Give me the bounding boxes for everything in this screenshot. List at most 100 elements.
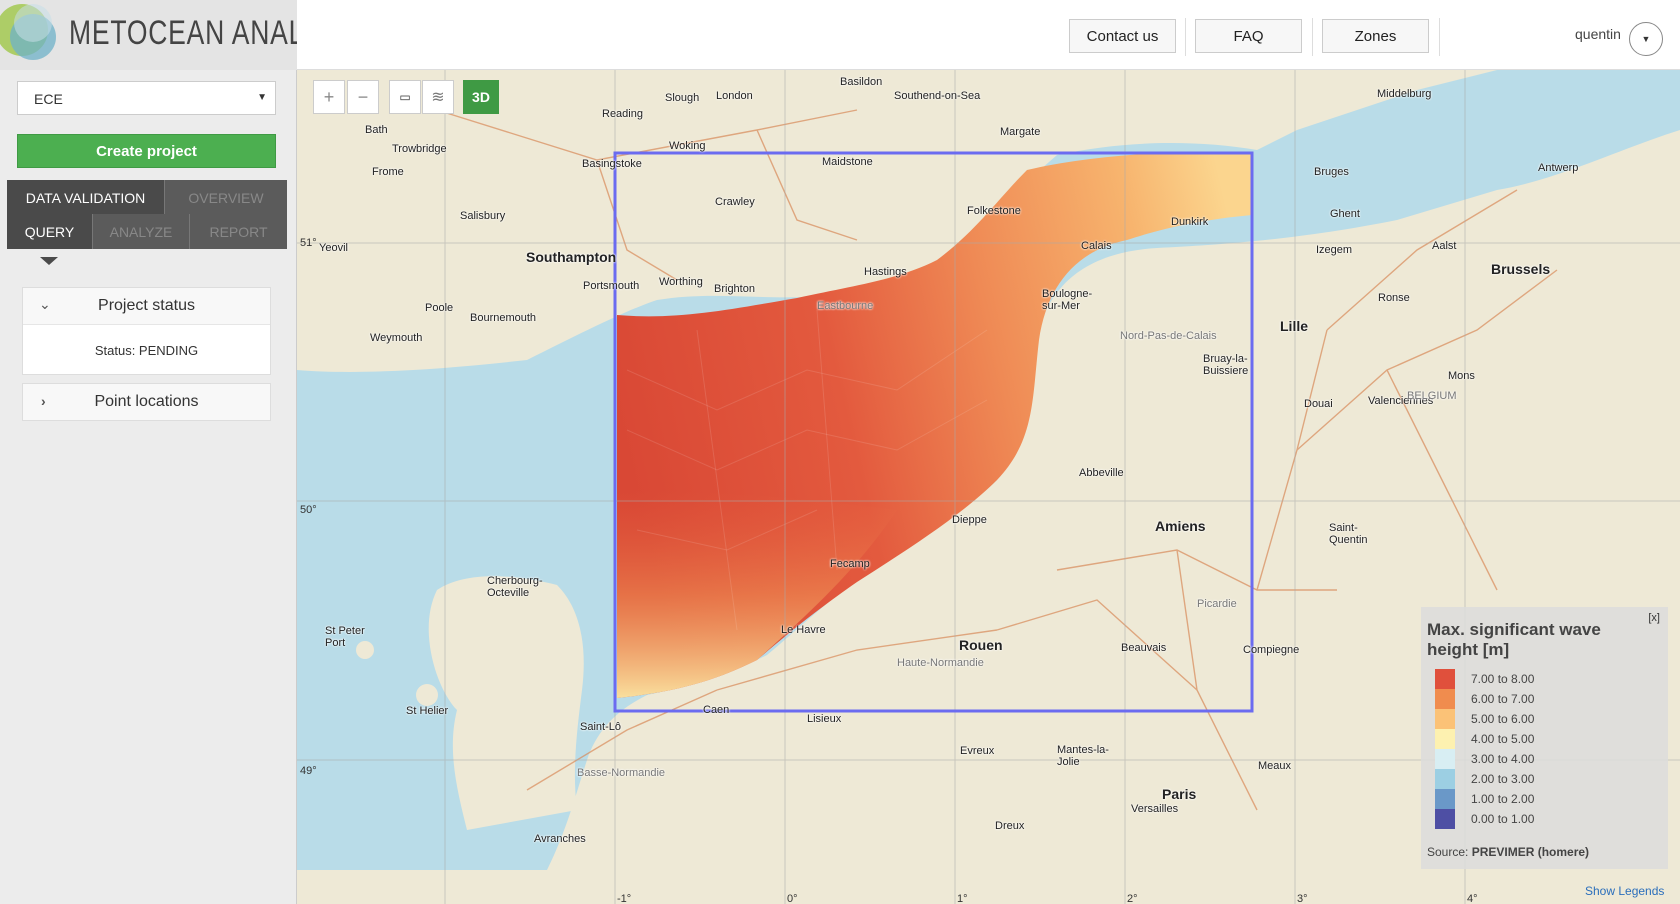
zoom-in-button[interactable]: +	[313, 80, 345, 114]
legend-label: 5.00 to 6.00	[1471, 712, 1535, 726]
legend-label: 7.00 to 8.00	[1471, 672, 1535, 686]
legend-label: 1.00 to 2.00	[1471, 792, 1535, 806]
place-label: Dieppe	[952, 514, 987, 526]
place-label: Lille	[1280, 318, 1309, 334]
logo-circle	[14, 4, 52, 42]
place-label: Dunkirk	[1171, 216, 1209, 228]
faq-button[interactable]: FAQ	[1195, 19, 1302, 53]
place-label: Picardie	[1197, 598, 1237, 610]
legend-entry: 4.00 to 5.00	[1435, 729, 1534, 749]
project-status-header[interactable]: ⌄ Project status	[23, 288, 270, 324]
place-label: Frome	[372, 166, 404, 178]
place-label: Boulogne-sur-Mer	[1042, 288, 1093, 312]
place-label: Brighton	[714, 283, 755, 295]
place-label: Cherbourg-Octeville	[487, 575, 543, 599]
lon-label: 3°	[1297, 893, 1308, 904]
place-label: Aalst	[1432, 240, 1457, 252]
tab-row-secondary: QUERY ANALYZE REPORT	[7, 214, 287, 249]
point-locations-header[interactable]: › Point locations	[23, 384, 270, 420]
tab-overview[interactable]: OVERVIEW	[165, 180, 287, 215]
place-label: Saint-Lô	[580, 721, 621, 733]
place-label: Caen	[703, 704, 730, 716]
place-label: Bruay-la-Buissiere	[1203, 353, 1249, 377]
place-label: Maidstone	[822, 156, 873, 168]
place-label: Brussels	[1491, 261, 1551, 277]
tab-data-validation[interactable]: DATA VALIDATION	[7, 180, 165, 215]
place-label: Compiegne	[1243, 644, 1300, 656]
place-label: Weymouth	[370, 332, 423, 344]
chevron-right-icon: ›	[41, 393, 46, 409]
lon-label: 1°	[957, 893, 968, 904]
legend-entry: 0.00 to 1.00	[1435, 809, 1534, 829]
top-header: METOCEAN ANALYTICS Contact us FAQ Zones …	[0, 0, 1680, 70]
legend-close-button[interactable]: [x]	[1648, 612, 1660, 624]
place-label: Southampton	[526, 249, 617, 265]
view-3d-button[interactable]: 3D	[463, 80, 499, 114]
place-label: Dreux	[995, 820, 1025, 832]
legend-entry: 5.00 to 6.00	[1435, 709, 1534, 729]
legend-entry: 6.00 to 7.00	[1435, 689, 1534, 709]
place-label: Izegem	[1316, 244, 1353, 256]
layers-icon[interactable]: ≋	[422, 80, 454, 114]
legend-source-name: PREVIMER (homere)	[1471, 845, 1590, 859]
contact-button[interactable]: Contact us	[1069, 19, 1176, 53]
place-label: Worthing	[659, 276, 703, 288]
place-label: Calais	[1081, 240, 1112, 252]
divider	[1185, 18, 1186, 56]
username[interactable]: quentin	[1575, 26, 1621, 42]
place-label: Ronse	[1378, 292, 1410, 304]
place-label: Versailles	[1131, 803, 1179, 815]
place-label: Lisieux	[807, 713, 842, 725]
place-label: Folkestone	[967, 205, 1021, 217]
create-project-button[interactable]: Create project	[17, 134, 276, 168]
place-label: Basingstoke	[582, 158, 642, 170]
zone-select[interactable]: ECE ▼	[17, 81, 276, 115]
legend-swatch	[1435, 789, 1455, 809]
legend-entry: 2.00 to 3.00	[1435, 769, 1534, 789]
place-label: Trowbridge	[392, 143, 447, 155]
show-legends-link[interactable]: Show Legends	[1585, 884, 1664, 898]
place-label: Mantes-la-Jolie	[1057, 744, 1109, 768]
logo[interactable]: METOCEAN ANALYTICS	[0, 0, 297, 70]
legend-swatch	[1435, 769, 1455, 789]
place-label: Nord-Pas-de-Calais	[1120, 330, 1217, 342]
chevron-down-icon: ▼	[257, 92, 267, 103]
legend-label: 3.00 to 4.00	[1471, 752, 1535, 766]
legend-label: 6.00 to 7.00	[1471, 692, 1535, 706]
chevron-down-icon: ⌄	[39, 296, 51, 312]
place-label: Southend-on-Sea	[894, 90, 981, 102]
tab-report[interactable]: REPORT	[190, 214, 287, 249]
tab-analyze[interactable]: ANALYZE	[93, 214, 190, 249]
place-label: Woking	[669, 140, 706, 152]
place-label: Ghent	[1330, 208, 1360, 220]
place-label: Antwerp	[1538, 162, 1579, 174]
zones-button[interactable]: Zones	[1322, 19, 1429, 53]
place-label: Douai	[1304, 398, 1333, 410]
place-label: Saint-Quentin	[1329, 522, 1368, 546]
legend-panel: Max. significant wave height [m] [x] 7.0…	[1421, 607, 1668, 869]
place-label: London	[716, 90, 753, 102]
place-label: Crawley	[715, 196, 755, 208]
zoom-out-button[interactable]: −	[347, 80, 379, 114]
place-label: St Peter Port	[325, 625, 365, 649]
place-label: Bournemouth	[470, 312, 537, 324]
tab-query[interactable]: QUERY	[7, 214, 93, 249]
legend-entry: 1.00 to 2.00	[1435, 789, 1534, 809]
place-label: Avranches	[534, 833, 586, 845]
place-label: Salisbury	[460, 210, 506, 222]
divider	[1439, 18, 1440, 56]
legend-label: 2.00 to 3.00	[1471, 772, 1535, 786]
legend-swatch	[1435, 689, 1455, 709]
legend-label: 4.00 to 5.00	[1471, 732, 1535, 746]
place-label: Evreux	[960, 745, 995, 757]
legend-entry: 7.00 to 8.00	[1435, 669, 1534, 689]
place-label: Slough	[665, 92, 700, 104]
ruler-icon[interactable]: ▭	[389, 80, 421, 114]
legend-swatch	[1435, 749, 1455, 769]
zone-select-value: ECE	[34, 91, 63, 107]
place-label: Poole	[425, 302, 454, 314]
legend-source-prefix: Source:	[1427, 845, 1472, 859]
lon-label: 4°	[1467, 893, 1478, 904]
lon-label: 2°	[1127, 893, 1138, 904]
caret-down-icon[interactable]: ▼	[1629, 22, 1663, 56]
